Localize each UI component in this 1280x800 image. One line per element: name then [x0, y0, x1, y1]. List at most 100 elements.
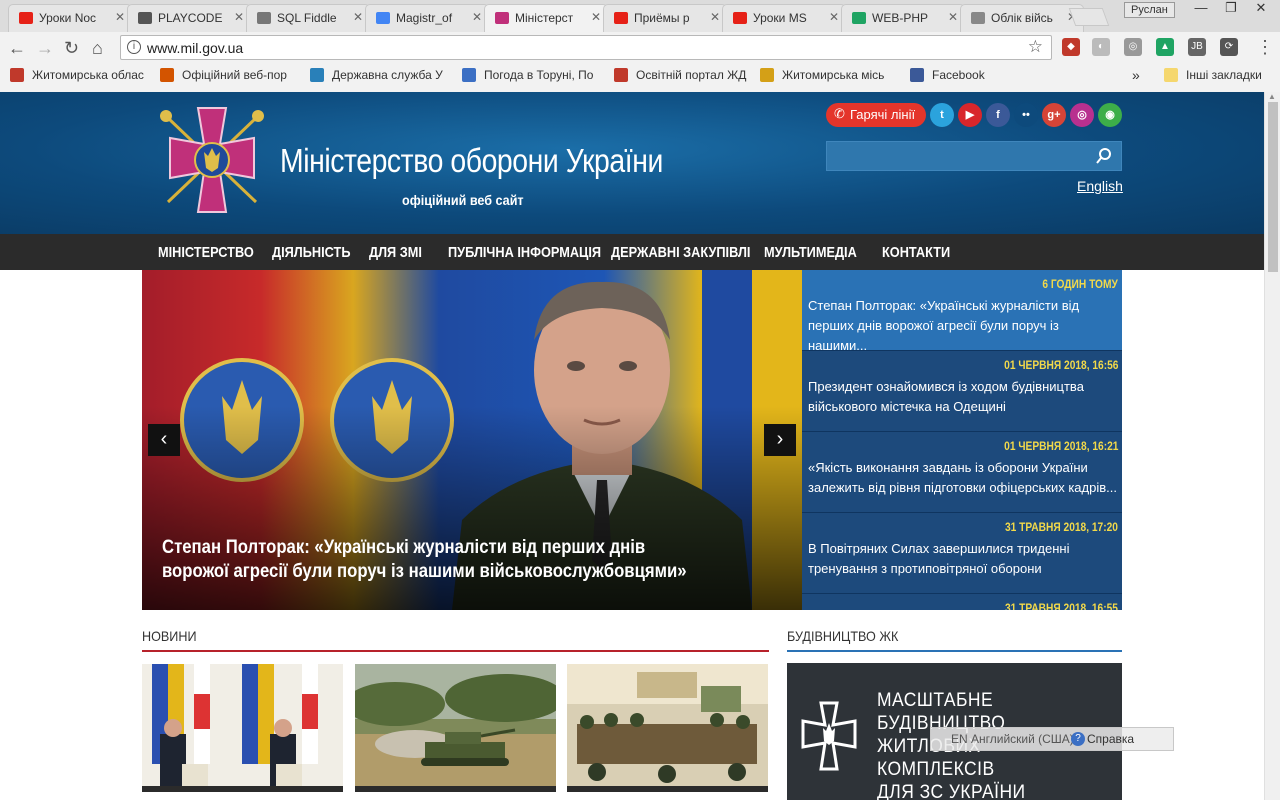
drive-extension-icon[interactable]: ▲ [1156, 38, 1174, 56]
shield-extension-icon[interactable]: ◆ [1062, 38, 1080, 56]
facebook-icon[interactable]: f [986, 103, 1010, 127]
home-icon[interactable]: ⌂ [92, 38, 103, 59]
browser-menu-icon[interactable]: ⋮ [1256, 37, 1274, 58]
close-tab-icon[interactable]: ✕ [710, 10, 720, 24]
browser-tab[interactable]: PLAYCODE ✕ [127, 4, 251, 32]
feed-item[interactable]: 31 ТРАВНЯ 2018, 17:20 В Повітряних Силах… [802, 513, 1122, 594]
close-tab-icon[interactable]: ✕ [948, 10, 958, 24]
nav-activity[interactable]: ДІЯЛЬНІСТЬ [272, 244, 350, 261]
search-icon[interactable] [1095, 146, 1113, 166]
bookmark-item[interactable]: Офіційний веб-пор [160, 68, 300, 82]
youtube-icon[interactable]: ▶ [958, 103, 982, 127]
twitter-icon[interactable]: t [930, 103, 954, 127]
browser-tab[interactable]: Уроки MS ✕ [722, 4, 846, 32]
scroll-up-icon[interactable]: ▲ [1268, 92, 1276, 101]
ime-language[interactable]: EN Английский (США) [951, 732, 1074, 746]
maximize-button[interactable]: ❐ [1216, 0, 1246, 18]
slider-prev-button[interactable]: ‹ [148, 424, 180, 456]
search-input[interactable] [827, 142, 1087, 170]
bookmark-item[interactable]: Житомирська облас [10, 68, 150, 82]
nav-contacts[interactable]: КОНТАКТИ [882, 244, 950, 261]
site-header: Міністерство оборони України офіційний в… [0, 92, 1264, 234]
close-tab-icon[interactable]: ✕ [829, 10, 839, 24]
feed-headline[interactable]: Президент ознайомився із ходом будівницт… [808, 377, 1118, 417]
feed-headline[interactable]: В Повітряних Силах завершилися триденні … [808, 539, 1118, 579]
news-thumbnail[interactable] [355, 664, 556, 792]
ministry-emblem-logo[interactable] [154, 104, 270, 216]
armed-forces-emblem-icon [801, 701, 857, 771]
eye-icon[interactable]: ◉ [1098, 103, 1122, 127]
minimize-button[interactable]: — [1186, 0, 1216, 18]
news-section-title[interactable]: НОВИНИ [142, 628, 197, 644]
hero-slider[interactable]: Степан Полторак: «Українські журналісти … [142, 270, 802, 610]
close-tab-icon[interactable]: ✕ [115, 10, 125, 24]
page-viewport: Міністерство оборони України офіційний в… [0, 92, 1264, 800]
close-tab-icon[interactable]: ✕ [234, 10, 244, 24]
browser-tab[interactable]: Уроки Noc ✕ [8, 4, 132, 32]
googleplus-icon[interactable]: g+ [1042, 103, 1066, 127]
instagram-icon[interactable]: ◎ [1070, 103, 1094, 127]
browser-tab[interactable]: Приёмы р ✕ [603, 4, 727, 32]
nav-procurement[interactable]: ДЕРЖАВНІ ЗАКУПІВЛІ [611, 244, 750, 261]
site-title: Міністерство оборони України [280, 142, 663, 179]
bookmark-favicon-icon [310, 68, 324, 82]
nav-media[interactable]: ДЛЯ ЗМІ [369, 244, 422, 261]
bookmarks-overflow-icon[interactable]: » [1132, 67, 1140, 83]
forward-icon[interactable]: → [36, 38, 54, 59]
bookmark-favicon-icon [614, 68, 628, 82]
nav-public-info[interactable]: ПУБЛІЧНА ІНФОРМАЦІЯ [448, 244, 601, 261]
news-thumbnail[interactable] [567, 664, 768, 792]
bookmark-item[interactable]: Житомирська місь [760, 68, 900, 82]
close-tab-icon[interactable]: ✕ [591, 10, 601, 24]
ime-help[interactable]: Справка [1087, 732, 1134, 746]
scrollbar-thumb[interactable] [1268, 102, 1278, 272]
bookmark-item[interactable]: Facebook [910, 68, 1000, 82]
back-icon[interactable]: ← [8, 38, 26, 59]
browser-tab[interactable]: Magistr_of ✕ [365, 4, 489, 32]
extension-icon[interactable]: ◐ [1092, 38, 1110, 56]
site-info-icon[interactable]: i [127, 40, 141, 54]
tab-label: Уроки MS [753, 11, 807, 25]
construction-section-title[interactable]: БУДІВНИЦТВО ЖК [787, 628, 898, 644]
bookmark-star-icon[interactable]: ☆ [1028, 37, 1043, 57]
browser-tab[interactable]: Міністерст ✕ [484, 4, 608, 32]
flickr-icon[interactable]: •• [1014, 103, 1038, 127]
hero-caption[interactable]: Степан Полторак: «Українські журналісти … [162, 536, 708, 584]
gear-icon [257, 12, 271, 24]
profile-button[interactable]: Руслан [1124, 2, 1175, 18]
feed-item[interactable]: 01 ЧЕРВНЯ 2018, 16:56 Президент ознайоми… [802, 351, 1122, 432]
browser-tab[interactable]: Облік війсь✕ [960, 4, 1084, 32]
drive-icon [852, 12, 866, 24]
new-tab-button[interactable] [1068, 8, 1110, 26]
english-language-link[interactable]: English [1077, 178, 1123, 194]
feed-item[interactable]: 01 ЧЕРВНЯ 2018, 16:21 «Якість виконання … [802, 432, 1122, 513]
nav-ministry[interactable]: МІНІСТЕРСТВО [158, 244, 254, 261]
bookmark-item[interactable]: Державна служба У [310, 68, 450, 82]
bookmark-item[interactable]: Освітній портал ЖД [614, 68, 754, 82]
close-tab-icon[interactable]: ✕ [472, 10, 482, 24]
tab-label: Облік війсь [991, 11, 1053, 25]
help-icon[interactable]: ? [1071, 732, 1085, 746]
page-scrollbar[interactable]: ▲ [1264, 92, 1280, 800]
news-feed: 6 ГОДИН ТОМУ Степан Полторак: «Українськ… [802, 270, 1122, 610]
slider-next-button[interactable]: › [764, 424, 796, 456]
hotlines-button[interactable]: ✆ Гарячі лінії [826, 103, 926, 127]
jb-extension-icon[interactable]: JB [1188, 38, 1206, 56]
address-bar[interactable]: i www.mil.gov.ua ☆ [120, 35, 1052, 60]
browser-tab[interactable]: SQL Fiddle ✕ [246, 4, 370, 32]
close-tab-icon[interactable]: ✕ [353, 10, 363, 24]
close-window-button[interactable]: ✕ [1246, 0, 1276, 18]
ime-language-bar[interactable]: EN Английский (США) ? Справка [930, 727, 1174, 751]
sync-extension-icon[interactable]: ⟳ [1220, 38, 1238, 56]
nav-multimedia[interactable]: МУЛЬТИМЕДІА [764, 244, 857, 261]
other-bookmarks-folder[interactable]: Інші закладки [1164, 68, 1262, 82]
reload-icon[interactable]: ↻ [64, 38, 79, 59]
extension-icon[interactable]: ◎ [1124, 38, 1142, 56]
browser-tab[interactable]: WEB-PHP ✕ [841, 4, 965, 32]
feed-headline[interactable]: Степан Полторак: «Українські журналісти … [808, 296, 1118, 356]
feed-item[interactable]: 31 ТРАВНЯ 2018, 16:55 [802, 594, 1122, 610]
news-thumbnail[interactable] [142, 664, 343, 792]
bookmark-item[interactable]: Погода в Торуні, По [462, 68, 602, 82]
feed-item[interactable]: 6 ГОДИН ТОМУ Степан Полторак: «Українськ… [802, 270, 1122, 353]
feed-headline[interactable]: «Якість виконання завдань із оборони Укр… [808, 458, 1118, 498]
